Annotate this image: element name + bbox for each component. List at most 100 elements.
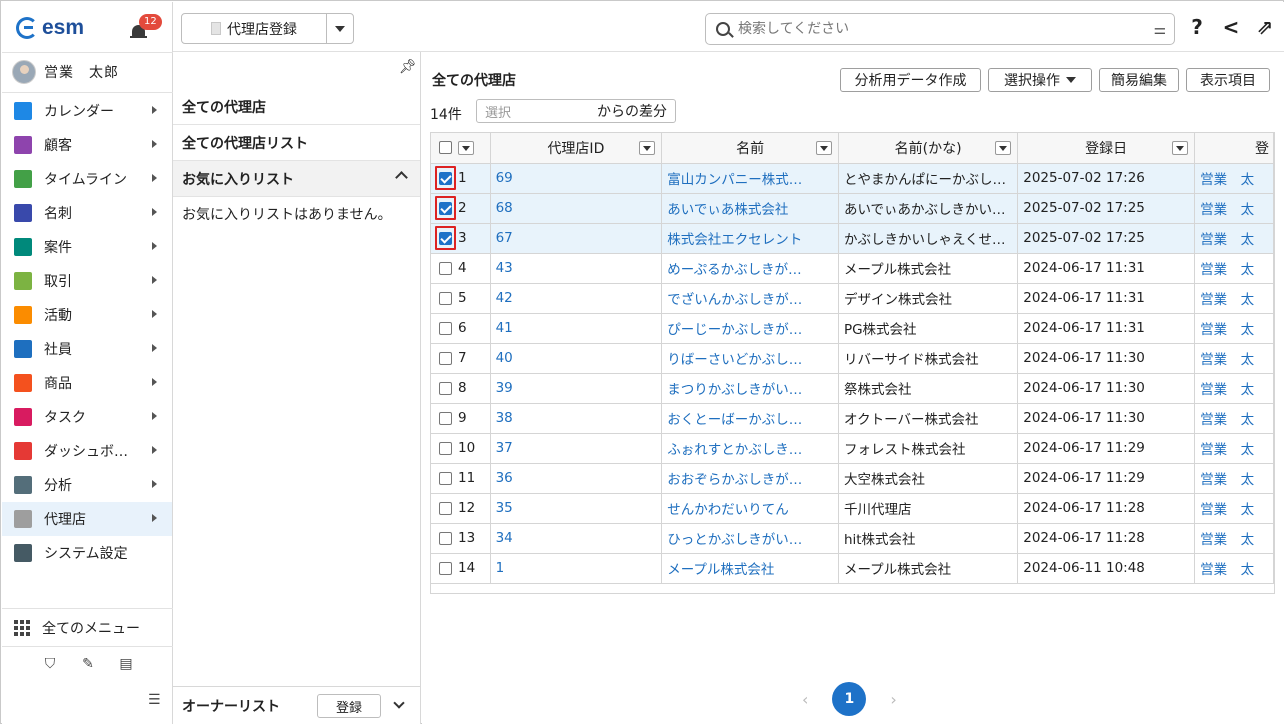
agency-id-cell[interactable]: 67 [490, 223, 663, 254]
diff-selector[interactable]: 選択 からの差分 [476, 99, 676, 123]
select-menu-dropdown[interactable] [457, 141, 474, 155]
row-checkbox[interactable] [439, 411, 452, 425]
all-menu-button[interactable]: 全てのメニュー [14, 618, 140, 638]
registrant-cell[interactable]: 営業 太 [1194, 433, 1274, 464]
row-checkbox[interactable] [439, 381, 452, 395]
agency-name-cell[interactable]: でざいんかぶしきが… [661, 283, 839, 314]
agency-name-cell[interactable]: あいでぃあ株式会社 [661, 193, 839, 224]
prev-page-icon[interactable]: ‹ [802, 690, 808, 709]
agency-name-cell[interactable]: せんかわだいりてん [661, 493, 839, 524]
registrant-cell[interactable]: 営業 太 [1194, 343, 1274, 374]
header-select-all[interactable] [431, 133, 491, 164]
sidebar-item-3[interactable]: 名刺 [2, 196, 172, 230]
chevron-down-icon[interactable] [815, 141, 832, 155]
agency-name-cell[interactable]: おくとーばーかぶし… [661, 403, 839, 434]
row-checkbox[interactable] [439, 291, 452, 305]
row-checkbox[interactable] [439, 321, 452, 335]
favorites-header[interactable]: お気に入りリスト [173, 161, 420, 197]
sidebar-item-9[interactable]: タスク [2, 400, 172, 434]
agency-name-cell[interactable]: めーぷるかぶしきが… [661, 253, 839, 284]
table-row[interactable]: 7 40 りばーさいどかぶし… リバーサイド株式会社 2024-06-17 11:30 営… [431, 343, 1274, 374]
agency-id-cell[interactable]: 38 [490, 403, 663, 434]
agency-name-cell[interactable]: ぴーじーかぶしきが… [661, 313, 839, 344]
agency-id-cell[interactable]: 42 [490, 283, 663, 314]
wrench-icon[interactable]: ✎ [80, 656, 96, 672]
agency-name-cell[interactable]: メープル株式会社 [661, 553, 839, 584]
agency-id-cell[interactable]: 39 [490, 373, 663, 404]
row-checkbox[interactable] [439, 501, 452, 515]
agency-name-cell[interactable]: 株式会社エクセレント [661, 223, 839, 254]
notification-bell-icon[interactable]: 12 [130, 14, 162, 40]
row-checkbox[interactable] [439, 261, 452, 275]
view-selector-main[interactable]: 代理店登録 [182, 14, 327, 43]
registrant-cell[interactable]: 営業 太 [1194, 463, 1274, 494]
table-row[interactable]: 1 69 富山カンパニー株式… とやまかんぱにーかぶし… 2025-07-02 17:2… [431, 163, 1274, 194]
registrant-cell[interactable]: 営業 太 [1194, 523, 1274, 554]
registrant-cell[interactable]: 営業 太 [1194, 493, 1274, 524]
row-checkbox[interactable] [439, 441, 452, 455]
filter-settings-icon[interactable]: ⚌ [1153, 22, 1166, 38]
agency-id-cell[interactable]: 1 [490, 553, 663, 584]
select-operations-button[interactable]: 選択操作 [988, 68, 1092, 92]
agency-id-cell[interactable]: 36 [490, 463, 663, 494]
logo[interactable]: esm [16, 14, 84, 42]
register-button[interactable]: 登録 [317, 694, 381, 718]
agency-id-cell[interactable]: 40 [490, 343, 663, 374]
table-icon[interactable]: ▤ [118, 656, 134, 672]
next-page-icon[interactable]: › [890, 690, 896, 709]
sidebar-item-0[interactable]: カレンダー [2, 94, 172, 128]
sidebar-item-7[interactable]: 社員 [2, 332, 172, 366]
row-checkbox[interactable] [439, 531, 452, 545]
registrant-cell[interactable]: 営業 太 [1194, 253, 1274, 284]
sidebar-item-4[interactable]: 案件 [2, 230, 172, 264]
agency-id-cell[interactable]: 41 [490, 313, 663, 344]
help-icon[interactable]: ? [1187, 16, 1207, 38]
table-row[interactable]: 3 67 株式会社エクセレント かぶしきかいしゃえくせ… 2025-07-02 17:2… [431, 223, 1274, 254]
search-input[interactable] [738, 21, 1174, 37]
list-all-agency-list[interactable]: 全ての代理店リスト [173, 125, 420, 161]
table-row[interactable]: 13 34 ひっとかぶしきがい… hit株式会社 2024-06-17 11:28 営業 … [431, 523, 1274, 554]
open-external-icon[interactable]: ⇗ [1255, 16, 1275, 38]
column-header-id[interactable]: 代理店ID [490, 133, 663, 164]
registrant-cell[interactable]: 営業 太 [1194, 313, 1274, 344]
user-profile[interactable]: 営業 太郎 [12, 60, 119, 84]
column-header-kana[interactable]: 名前(かな) [838, 133, 1019, 164]
collapse-sidebar-icon[interactable]: ☰ [148, 692, 161, 708]
agency-id-cell[interactable]: 68 [490, 193, 663, 224]
pin-icon[interactable]: 📌︎ [399, 59, 417, 75]
quick-edit-button[interactable]: 簡易編集 [1099, 68, 1179, 92]
row-checkbox[interactable] [439, 561, 452, 575]
agency-id-cell[interactable]: 69 [490, 163, 663, 194]
sidebar-item-10[interactable]: ダッシュボ… [2, 434, 172, 468]
row-checkbox[interactable] [439, 231, 452, 245]
agency-name-cell[interactable]: 富山カンパニー株式… [661, 163, 839, 194]
sidebar-item-12[interactable]: 代理店 [2, 502, 172, 536]
row-checkbox[interactable] [439, 201, 452, 215]
table-row[interactable]: 2 68 あいでぃあ株式会社 あいでぃあかぶしきかい… 2025-07-02 17:25… [431, 193, 1274, 224]
registrant-cell[interactable]: 営業 太 [1194, 553, 1274, 584]
sidebar-item-8[interactable]: 商品 [2, 366, 172, 400]
sidebar-item-1[interactable]: 顧客 [2, 128, 172, 162]
registrant-cell[interactable]: 営業 太 [1194, 283, 1274, 314]
view-selector[interactable]: 代理店登録 [181, 13, 354, 44]
agency-name-cell[interactable]: ふぉれすとかぶしき… [661, 433, 839, 464]
agency-id-cell[interactable]: 37 [490, 433, 663, 464]
sidebar-item-13[interactable]: システム設定 [2, 536, 172, 570]
search-box[interactable]: ⚌ [705, 13, 1175, 45]
registrant-cell[interactable]: 営業 太 [1194, 163, 1274, 194]
registrant-cell[interactable]: 営業 太 [1194, 223, 1274, 254]
table-row[interactable]: 6 41 ぴーじーかぶしきが… PG株式会社 2024-06-17 11:31 営業 太 [431, 313, 1274, 344]
registrant-cell[interactable]: 営業 太 [1194, 373, 1274, 404]
view-selector-dropdown[interactable] [327, 14, 353, 43]
share-icon[interactable]: < [1221, 16, 1241, 38]
table-row[interactable]: 5 42 でざいんかぶしきが… デザイン株式会社 2024-06-17 11:31 営業 … [431, 283, 1274, 314]
column-header-name[interactable]: 名前 [661, 133, 839, 164]
chevron-down-icon[interactable] [639, 141, 656, 155]
column-header-date[interactable]: 登録日 [1017, 133, 1196, 164]
row-checkbox[interactable] [439, 351, 452, 365]
bookmark-icon[interactable]: ⛉ [42, 656, 58, 672]
row-checkbox[interactable] [439, 471, 452, 485]
table-row[interactable]: 4 43 めーぷるかぶしきが… メープル株式会社 2024-06-17 11:31 営業 … [431, 253, 1274, 284]
table-row[interactable]: 11 36 おおぞらかぶしきが… 大空株式会社 2024-06-17 11:29 営業 太 [431, 463, 1274, 494]
agency-id-cell[interactable]: 43 [490, 253, 663, 284]
